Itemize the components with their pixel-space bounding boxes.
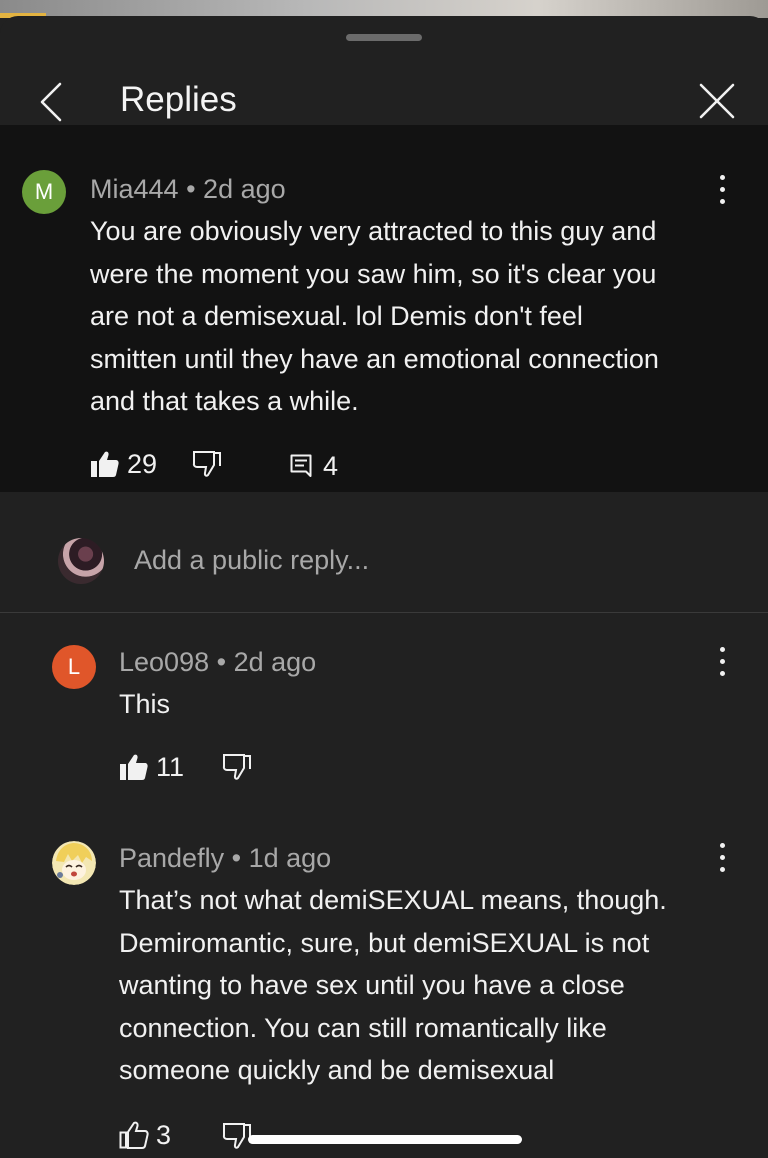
like-count: 11 xyxy=(156,752,185,782)
reply-input[interactable]: Add a public reply... xyxy=(134,542,369,578)
chevron-left-icon xyxy=(40,82,62,122)
author-name[interactable]: Pandefly xyxy=(119,843,224,873)
like-count: 3 xyxy=(156,1120,172,1150)
drag-handle[interactable] xyxy=(346,34,422,41)
comment-text: That’s not what demiSEXUAL means, though… xyxy=(119,885,667,1086)
comment-meta: Pandefly • 1d ago xyxy=(119,841,331,875)
comment-text: This xyxy=(119,689,171,719)
dislike-button[interactable] xyxy=(192,450,222,478)
author-name[interactable]: Leo098 xyxy=(119,647,209,677)
reply-count-button[interactable]: 4 xyxy=(290,451,338,481)
avatar[interactable] xyxy=(52,841,96,885)
thumbs-up-icon xyxy=(120,754,148,780)
current-user-avatar xyxy=(58,538,104,584)
close-icon xyxy=(699,83,735,119)
thumbs-down-icon xyxy=(192,451,221,477)
comment-text: You are obviously very attracted to this… xyxy=(90,216,659,417)
dislike-button[interactable] xyxy=(222,1122,252,1150)
comment-time: 1d ago xyxy=(248,843,332,873)
more-options-button[interactable] xyxy=(713,173,733,207)
thumbs-down-icon xyxy=(222,754,251,780)
reply-count: 4 xyxy=(323,451,339,481)
comment-time: 2d ago xyxy=(203,174,286,204)
comment-time: 2d ago xyxy=(233,647,317,677)
thumbs-up-icon xyxy=(91,451,119,477)
page-title: Replies xyxy=(120,80,237,119)
author-name[interactable]: Mia444 xyxy=(90,174,179,204)
add-reply-row[interactable]: Add a public reply... xyxy=(0,508,768,613)
comment-icon xyxy=(290,454,312,477)
comment-meta: Leo098 • 2d ago xyxy=(119,645,316,679)
comment-meta: Mia444 • 2d ago xyxy=(90,172,286,206)
more-options-button[interactable] xyxy=(713,841,733,875)
meta-separator: • xyxy=(231,843,242,873)
meta-separator: • xyxy=(216,647,227,677)
dislike-button[interactable] xyxy=(222,753,252,781)
like-button[interactable]: 29 xyxy=(90,449,157,479)
avatar[interactable]: L xyxy=(52,645,96,689)
like-button[interactable]: 3 xyxy=(119,1120,171,1150)
close-button[interactable] xyxy=(694,78,740,124)
like-count: 29 xyxy=(127,449,158,479)
meta-separator: • xyxy=(186,174,196,204)
more-options-button[interactable] xyxy=(713,645,733,679)
thumbs-down-icon xyxy=(222,1123,251,1149)
back-button[interactable] xyxy=(30,80,74,124)
avatar[interactable]: M xyxy=(22,170,66,214)
home-indicator[interactable] xyxy=(248,1135,522,1144)
thumbs-up-icon xyxy=(119,1121,149,1149)
parent-comment: M Mia444 • 2d ago You are obviously very… xyxy=(0,125,768,492)
anime-avatar-icon xyxy=(52,841,96,885)
like-button[interactable]: 11 xyxy=(119,752,184,782)
